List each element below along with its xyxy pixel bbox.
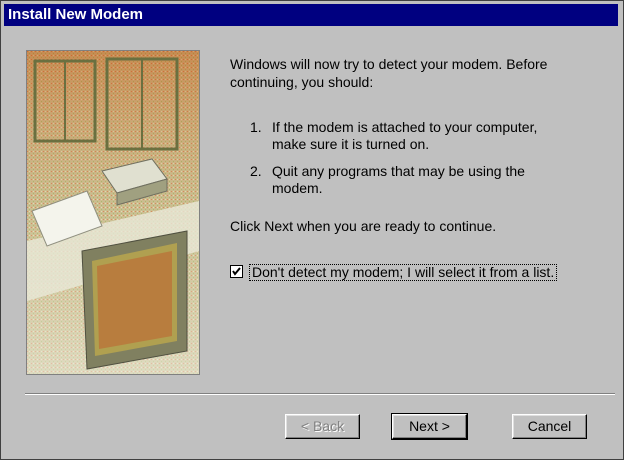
wizard-illustration [26, 50, 200, 375]
step-number: 1. [250, 119, 262, 135]
cancel-button[interactable]: Cancel [512, 414, 587, 439]
checkmark-icon [232, 267, 241, 276]
dont-detect-label[interactable]: Don't detect my modem; I will select it … [249, 264, 558, 281]
window-title: Install New Modem [8, 6, 144, 23]
modem-computer-illustration-icon [27, 51, 199, 374]
step-number: 2. [250, 163, 262, 179]
title-bar: Install New Modem [4, 4, 618, 26]
step-text: If the modem is attached to your compute… [272, 119, 538, 152]
step-text: Quit any programs that may be using the … [272, 163, 525, 196]
button-separator [25, 393, 615, 395]
dont-detect-modem-option[interactable]: Don't detect my modem; I will select it … [230, 264, 590, 282]
back-button[interactable]: < Back [285, 414, 360, 439]
intro-text: Windows will now try to detect your mode… [230, 56, 548, 90]
next-button[interactable]: Next > [391, 413, 468, 440]
dont-detect-checkbox[interactable] [230, 265, 243, 278]
install-modem-dialog: Install New Modem Windows will now try t… [0, 0, 624, 460]
continue-instruction: Click Next when you are ready to continu… [230, 218, 497, 234]
